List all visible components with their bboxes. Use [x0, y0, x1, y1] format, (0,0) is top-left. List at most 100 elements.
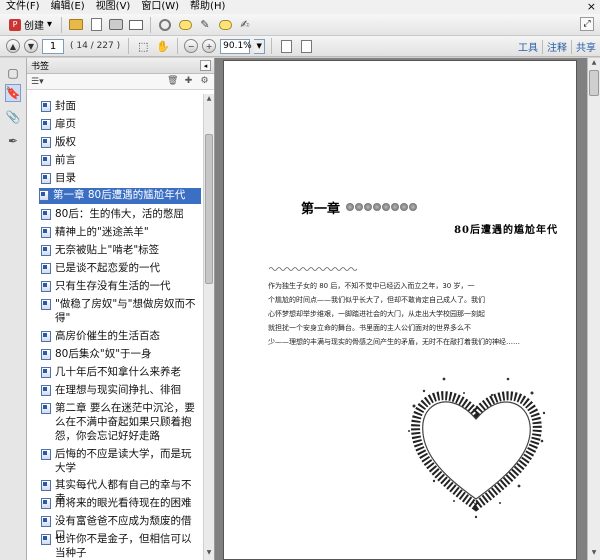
comment-link[interactable]: 注释 — [547, 39, 567, 54]
highlight-button[interactable]: ✎ — [197, 17, 213, 33]
settings-button[interactable] — [157, 17, 173, 33]
trash-icon[interactable]: 🗑 — [167, 76, 178, 87]
stamp-icon — [218, 19, 232, 30]
previous-page-button[interactable]: ▲ — [6, 39, 20, 53]
scroll-down-icon[interactable]: ▼ — [589, 549, 599, 559]
bookmark-item[interactable]: "做稳了房奴"与"想做房奴而不得" — [41, 297, 201, 325]
bookmark-item[interactable]: 目录 — [41, 171, 201, 185]
bookmark-item[interactable]: 在理想与现实间挣扎、徘徊 — [41, 383, 201, 397]
scroll-up-icon[interactable]: ▲ — [205, 95, 213, 105]
bookmark-item[interactable]: 无奈被贴上"啃老"标签 — [41, 243, 201, 257]
comment-button[interactable] — [177, 17, 193, 33]
share-link[interactable]: 共享 — [576, 39, 596, 54]
zoom-in-button[interactable]: + — [202, 39, 217, 53]
hand-tool-button[interactable]: ✋ — [155, 38, 171, 54]
bookmark-item[interactable]: 第二章 要么在迷茫中沉沦，要么在不满中奋起如果只顾着抱怨，你会忘记好好走路 — [41, 401, 201, 443]
bookmark-page-icon — [41, 449, 51, 460]
menu-window[interactable]: 窗口(W) — [141, 0, 179, 14]
bookmark-page-icon — [41, 385, 51, 396]
bookmark-options-button[interactable]: ☰▾ — [31, 77, 44, 87]
folder-icon — [69, 19, 84, 30]
bookmark-scroll-thumb[interactable] — [205, 134, 213, 284]
zoom-input[interactable]: 90.1% — [220, 38, 252, 54]
bookmark-item[interactable]: 精神上的"迷途羔羊" — [41, 225, 201, 239]
bookmark-page-icon — [41, 331, 51, 342]
bookmark-label: 在理想与现实间挣扎、徘徊 — [55, 384, 181, 396]
bookmark-item[interactable]: 封面 — [41, 99, 201, 113]
bookmark-item[interactable]: 后悔的不应是读大学，而是玩大学 — [41, 447, 201, 475]
bookmark-item[interactable]: 80后集众"奴"于一身 — [41, 347, 201, 361]
document-scroll-thumb[interactable] — [589, 70, 599, 96]
scroll-up-icon[interactable]: ▲ — [589, 59, 599, 69]
page-thumbnail-icon[interactable]: ▢ — [5, 64, 21, 82]
bookmark-label: 高房价催生的生活百态 — [55, 330, 160, 342]
bookmark-item[interactable]: 也许你不是金子，但相信可以当种子 — [41, 532, 201, 560]
open-folder-button[interactable] — [68, 17, 84, 33]
bookmark-page-icon — [41, 263, 51, 274]
bookmark-label: 第二章 要么在迷茫中沉沦，要么在不满中奋起如果只顾着抱怨，你会忘记好好走路 — [55, 402, 195, 442]
menu-view[interactable]: 视图(V) — [96, 0, 131, 14]
bookmark-item[interactable]: 版权 — [41, 135, 201, 149]
bookmark-item[interactable]: 扉页 — [41, 117, 201, 131]
chapter-decoration — [346, 203, 424, 212]
stamp-button[interactable] — [217, 17, 233, 33]
bookmark-item[interactable]: 已是谈不起恋爱的一代 — [41, 261, 201, 275]
attachment-icon[interactable]: 📎 — [5, 108, 21, 126]
zoom-dropdown[interactable]: ▼ — [254, 38, 266, 54]
bookmark-page-icon — [41, 101, 51, 112]
bookmark-page-icon — [39, 190, 49, 201]
close-document-icon[interactable]: × — [587, 0, 596, 14]
bookmark-page-icon — [41, 349, 51, 360]
zoom-out-button[interactable]: − — [184, 39, 199, 53]
decorative-wave-line — [269, 267, 358, 271]
email-button[interactable] — [128, 17, 144, 33]
chevron-down-icon: ▼ — [256, 42, 262, 50]
collapse-panel-icon[interactable]: ◂ — [200, 60, 211, 71]
bookmark-item[interactable]: 高房价催生的生活百态 — [41, 329, 201, 343]
next-page-button[interactable]: ▼ — [24, 39, 38, 53]
save-button[interactable] — [88, 17, 104, 33]
signature-panel-icon[interactable]: ✒ — [5, 132, 21, 150]
page-number-input[interactable]: 1 — [42, 38, 64, 54]
bookmark-page-icon — [41, 480, 51, 491]
bookmark-panel-title: 书签 — [31, 62, 50, 72]
new-bookmark-icon[interactable]: ✚ — [183, 76, 194, 87]
bookmark-item[interactable]: 前言 — [41, 153, 201, 167]
bookmark-label: 版权 — [55, 136, 76, 148]
plus-icon: + — [205, 41, 213, 51]
bookmark-properties-icon[interactable]: ⚙ — [199, 76, 210, 87]
scroll-down-icon[interactable]: ▼ — [205, 549, 213, 559]
bookmark-item[interactable]: 80后：生的伟大，活的憋屈 — [41, 207, 201, 221]
document-scrollbar[interactable]: ▲ ▼ — [587, 58, 600, 560]
bookmark-scrollbar[interactable]: ▲ ▼ — [203, 94, 214, 560]
menu-edit[interactable]: 编辑(E) — [51, 0, 85, 14]
document-view[interactable]: 第一章 80后遭遇的尴尬年代 作为独生子女的 80 后，不知不觉中已经迈入而立之… — [215, 58, 587, 560]
minus-icon: − — [187, 41, 195, 51]
bookmark-label: "做稳了房奴"与"想做房奴而不得" — [55, 298, 196, 324]
bookmark-page-icon — [41, 403, 51, 414]
fit-width-button[interactable] — [298, 38, 314, 54]
bookmark-label: 已是谈不起恋爱的一代 — [55, 262, 160, 274]
menu-help[interactable]: 帮助(H) — [190, 0, 225, 14]
bookmark-page-icon — [41, 516, 51, 527]
fit-page-button[interactable] — [278, 38, 294, 54]
create-button[interactable]: P 创建 ▾ — [6, 17, 55, 32]
bookmark-label: 无奈被贴上"啃老"标签 — [55, 244, 160, 256]
chevron-down-icon: ▾ — [47, 19, 53, 30]
bookmark-item[interactable]: 用将来的眼光看待现在的困难 — [41, 496, 201, 510]
bookmark-item[interactable]: 几十年后不知拿什么来养老 — [41, 365, 201, 379]
chapter-subtitle: 80后遭遇的尴尬年代 — [454, 225, 558, 236]
bookmark-label: 后悔的不应是读大学，而是玩大学 — [55, 448, 192, 474]
menu-file[interactable]: 文件(F) — [6, 0, 40, 14]
bookmark-page-icon — [41, 209, 51, 220]
bookmark-item-selected[interactable]: 第一章 80后遭遇的尴尬年代 — [39, 188, 201, 204]
print-button[interactable] — [108, 17, 124, 33]
bookmark-label: 80后：生的伟大，活的憋屈 — [55, 208, 184, 220]
sign-button[interactable]: ✍ — [237, 17, 253, 33]
task-pane-links: 工具 注释 共享 — [518, 36, 596, 57]
tools-link[interactable]: 工具 — [518, 39, 538, 54]
select-tool-button[interactable]: ⬚ — [135, 38, 151, 54]
bookmark-item[interactable]: 只有生存没有生活的一代 — [41, 279, 201, 293]
expand-window-icon[interactable]: ⤢ — [580, 17, 594, 31]
bookmark-panel-icon[interactable]: 🔖 — [5, 84, 21, 102]
